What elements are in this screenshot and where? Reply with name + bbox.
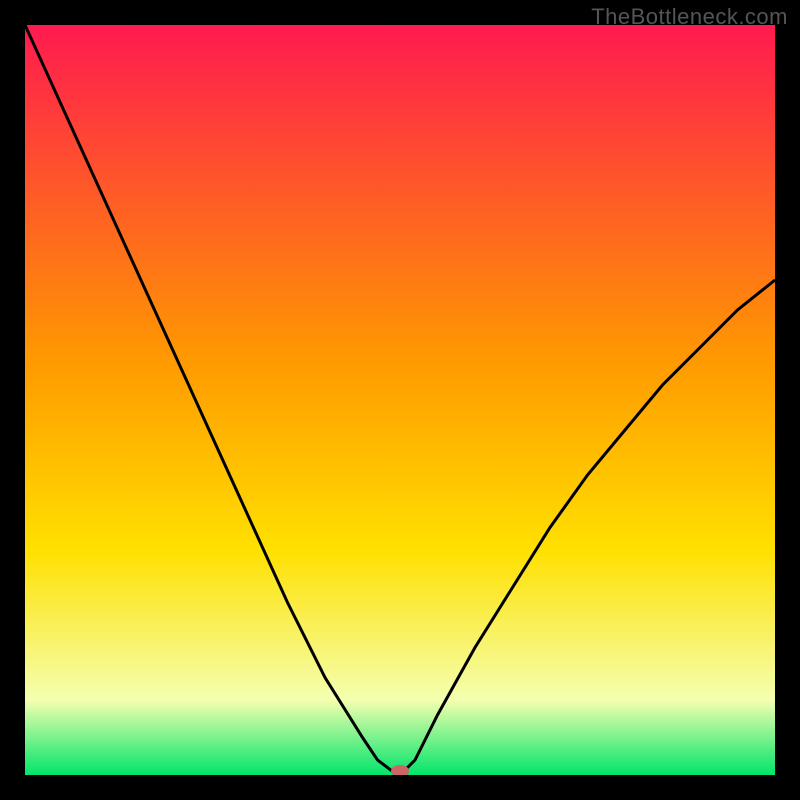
chart-svg bbox=[25, 25, 775, 775]
gradient-background bbox=[25, 25, 775, 775]
plot-area bbox=[25, 25, 775, 775]
watermark-text: TheBottleneck.com bbox=[591, 4, 788, 30]
chart-outer: TheBottleneck.com bbox=[0, 0, 800, 800]
